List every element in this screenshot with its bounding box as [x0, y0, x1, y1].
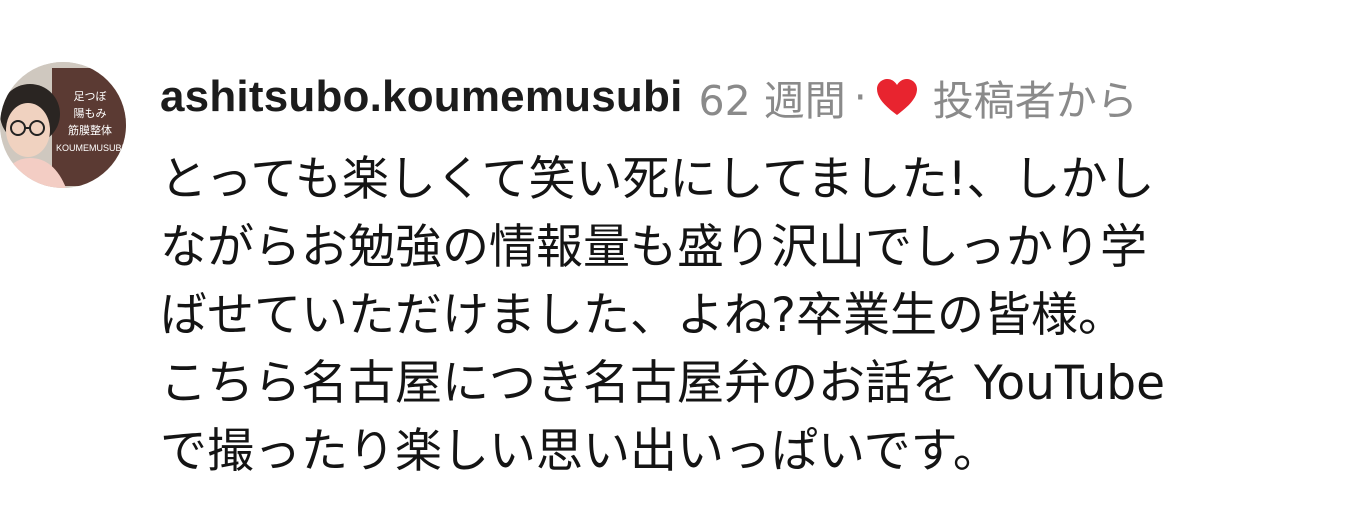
avatar-sign-line: 陽もみ [74, 107, 107, 120]
separator-dot: · [853, 73, 867, 121]
avatar-sign-line: 足つぼ [74, 90, 107, 103]
comment-text-line: ばせていただけました、よね?卒業生の皆様。 [160, 288, 1125, 343]
avatar[interactable]: 足つぼ 陽もみ 筋膜整体 KOUMEMUSUBI [0, 62, 126, 188]
comment-text-line: こちら名古屋につき名古屋弁のお話を YouTube [160, 356, 1166, 411]
comment-text: とっても楽しくて笑い死にしてました!、しかし ながらお勉強の情報量も盛り沢山でし… [160, 146, 1355, 486]
heart-shape [876, 79, 917, 115]
timestamp[interactable]: 62 週間 [699, 67, 846, 127]
comment-text-line: で撮ったり楽しい思い出いっぱいです。 [160, 424, 1000, 479]
profile-photo-icon: 足つぼ 陽もみ 筋膜整体 KOUMEMUSUBI [0, 62, 126, 188]
avatar-sign-line: 筋膜整体 [68, 123, 112, 137]
comment-header: ashitsubo.koumemusubi 62 週間 · 投稿者から [160, 64, 1138, 130]
heart-icon [875, 77, 919, 117]
username-link[interactable]: ashitsubo.koumemusubi [160, 72, 683, 122]
comment-text-line: とっても楽しくて笑い死にしてました!、しかし [160, 152, 1155, 207]
comment-item: 足つぼ 陽もみ 筋膜整体 KOUMEMUSUBI ashitsubo.koume… [0, 0, 1363, 513]
avatar-sign-line: KOUMEMUSUBI [56, 143, 124, 153]
liked-by-author-label: 投稿者から [932, 77, 1138, 125]
comment-text-line: ながらお勉強の情報量も盛り沢山でしっかり学 [160, 220, 1147, 275]
